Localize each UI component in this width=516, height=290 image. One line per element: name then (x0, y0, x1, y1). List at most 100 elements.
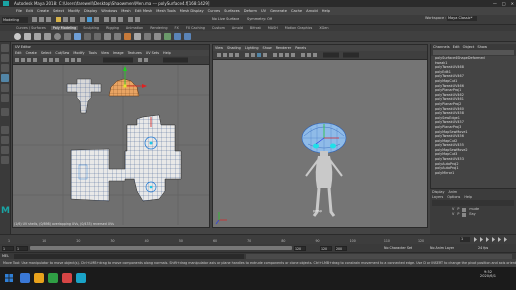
uv-menu-modify[interactable]: Modify (73, 51, 84, 55)
menu-modify[interactable]: Modify (68, 9, 80, 13)
channel-tab-channels[interactable]: Channels (433, 45, 450, 49)
uv-shell-body[interactable] (70, 114, 182, 202)
live-surface-label[interactable]: No Live Surface (212, 17, 239, 21)
character-set-dropdown[interactable]: No Character Set (384, 246, 412, 250)
uv-menu-help[interactable]: Help (163, 51, 171, 55)
move-tool-icon[interactable] (1, 74, 9, 82)
layer-tab-display[interactable]: Display (432, 190, 445, 194)
scale-tool-icon[interactable] (1, 94, 9, 102)
range-end2-field[interactable]: 200 (335, 245, 347, 251)
bevel-icon[interactable] (114, 32, 121, 40)
taskbar-app-icon[interactable] (20, 273, 30, 283)
bridge-icon[interactable] (134, 32, 141, 40)
anim-layer-dropdown[interactable]: No Anim Layer (430, 246, 454, 250)
layer-menu-layers[interactable]: Layers (432, 195, 443, 199)
range-inner-end-field[interactable]: 120 (294, 245, 306, 251)
viewport-menu-view[interactable]: View (215, 46, 223, 50)
shelf-tab-custom[interactable]: Custom (210, 26, 227, 30)
viewport-menu-lighting[interactable]: Lighting (245, 46, 259, 50)
start-icon[interactable] (4, 273, 14, 283)
menu-arnold[interactable]: Arnold (306, 9, 318, 13)
sphere-icon[interactable] (14, 32, 21, 40)
torus-icon[interactable] (54, 32, 61, 40)
workspace-dropdown[interactable]: Maya Classic* (447, 16, 477, 21)
menu-display[interactable]: Display (84, 9, 97, 13)
menu-cache[interactable]: Cache (291, 9, 302, 13)
close-button[interactable]: ✕ (511, 0, 514, 7)
disc-icon[interactable] (74, 32, 81, 40)
shelf-tab-motion-graphics[interactable]: Motion Graphics (283, 26, 315, 30)
menu-edit-mesh[interactable]: Edit Mesh (135, 9, 153, 13)
shelf-tab-mash[interactable]: MASH (266, 26, 280, 30)
menu-mesh[interactable]: Mesh (121, 9, 130, 13)
side-layout-icon[interactable] (1, 146, 9, 154)
menu-help[interactable]: Help (322, 9, 330, 13)
minimize-button[interactable]: — (493, 0, 497, 7)
viewport-menu-panels[interactable]: Panels (295, 46, 306, 50)
uv-menu-uv-sets[interactable]: UV Sets (146, 51, 159, 55)
taskbar-app-icon[interactable] (48, 273, 58, 283)
target-weld-icon[interactable] (164, 32, 171, 40)
menu-select[interactable]: Select (53, 9, 64, 13)
cube-icon[interactable] (24, 32, 31, 40)
multicut-icon[interactable] (154, 32, 161, 40)
shelf-tab-xgen[interactable]: XGen (317, 26, 330, 30)
channel-tab-object[interactable]: Object (463, 45, 475, 49)
shelf-tab-sculpting[interactable]: Sculpting (81, 26, 101, 30)
uv-menu-select[interactable]: Select (41, 51, 51, 55)
single-layout-icon[interactable] (1, 126, 9, 134)
combine-icon[interactable] (84, 32, 91, 40)
four-layout-icon[interactable] (1, 136, 9, 144)
outliner-layout-icon[interactable] (1, 156, 9, 164)
menu-surfaces[interactable]: Surfaces (224, 9, 240, 13)
separate-icon[interactable] (94, 32, 101, 40)
shelf-tab-curves-surfaces[interactable]: Curves / Surfaces (14, 26, 48, 30)
object-name-field[interactable] (433, 50, 514, 55)
layer-menu-help[interactable]: Help (464, 195, 472, 199)
uv-menu-edit[interactable]: Edit (15, 51, 22, 55)
time-slider[interactable]: 1 10 20 30 40 50 60 70 80 90 100 110 120 1 (0, 234, 516, 244)
uv-menu-image[interactable]: Image (113, 51, 124, 55)
menu-file[interactable]: File (16, 9, 22, 13)
shelf-tab-rendering[interactable]: Rendering (148, 26, 169, 30)
insert-loop-icon[interactable] (144, 32, 151, 40)
uv-auto-icon[interactable] (184, 32, 191, 40)
shelf-tab-animation[interactable]: Animation (124, 26, 145, 30)
uv-canvas[interactable] (13, 65, 210, 225)
channel-tab-edit[interactable]: Edit (453, 45, 460, 49)
layer-playback-toggle[interactable]: P (457, 212, 459, 217)
menu-create[interactable]: Create (37, 9, 49, 13)
shelf-tab-arnold[interactable]: Arnold (230, 26, 245, 30)
current-frame-field[interactable]: 1 (460, 237, 470, 242)
shelf-tab-fx[interactable]: FX (173, 26, 181, 30)
plane-icon[interactable] (64, 32, 71, 40)
uv-menu-cut-sew[interactable]: Cut/Sew (55, 51, 69, 55)
uv-menu-tools[interactable]: Tools (89, 51, 97, 55)
smooth-icon[interactable] (104, 32, 111, 40)
paint-select-icon[interactable] (1, 64, 9, 72)
select-tool-icon[interactable] (1, 44, 9, 52)
channel-tab-show[interactable]: Show (477, 45, 487, 49)
taskbar-app-icon[interactable] (34, 273, 44, 283)
menu-edit[interactable]: Edit (26, 9, 33, 13)
range-start-field[interactable]: 1 (2, 245, 14, 251)
fps-dropdown[interactable]: 24 fps (478, 246, 488, 250)
uv-shell-key[interactable] (66, 78, 102, 114)
range-bar[interactable] (30, 246, 292, 250)
layer-menu-options[interactable]: Options (447, 195, 460, 199)
viewport-menu-show[interactable]: Show (263, 46, 272, 50)
last-tool-icon[interactable] (1, 108, 9, 116)
cone-icon[interactable] (44, 32, 51, 40)
menu-uv[interactable]: UV (261, 9, 266, 13)
menu-generate[interactable]: Generate (270, 9, 287, 13)
lasso-tool-icon[interactable] (1, 54, 9, 62)
range-end-field[interactable]: 120 (320, 245, 332, 251)
uv-menu-create[interactable]: Create (26, 51, 37, 55)
menu-curves[interactable]: Curves (208, 9, 220, 13)
shelf-tab-fx-caching[interactable]: FX Caching (184, 26, 207, 30)
mode-dropdown[interactable]: Modeling (2, 17, 28, 23)
maximize-button[interactable]: □ (502, 0, 506, 7)
uv-menu-view[interactable]: View (101, 51, 109, 55)
layer-visibility-toggle[interactable]: V (452, 212, 454, 217)
taskbar-app-icon[interactable] (62, 273, 72, 283)
